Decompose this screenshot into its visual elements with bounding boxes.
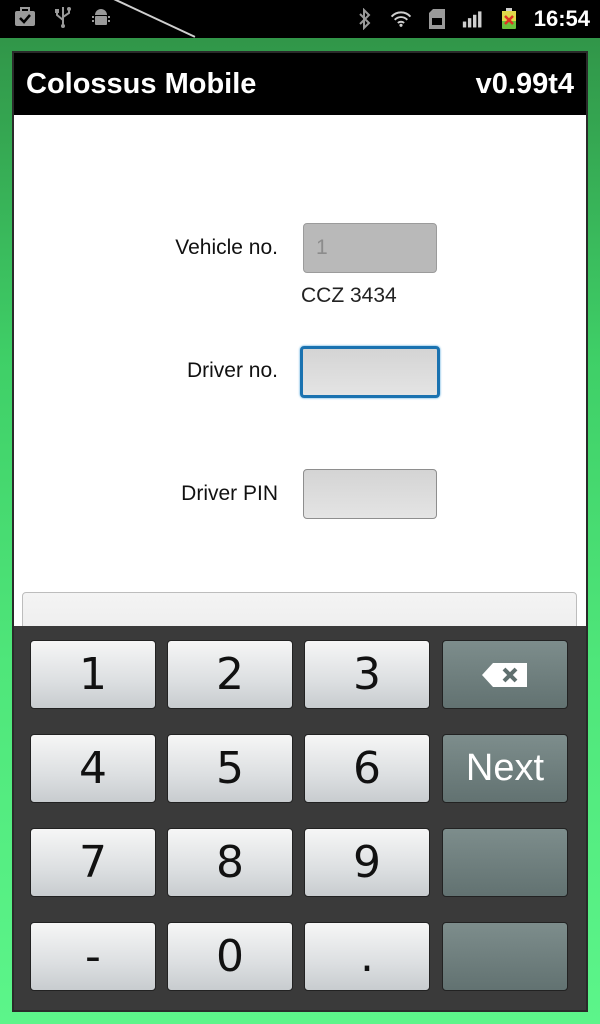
app-version: v0.99t4 bbox=[475, 67, 574, 100]
backspace-icon bbox=[481, 662, 529, 688]
android-debug-icon bbox=[90, 6, 112, 28]
bluetooth-icon bbox=[354, 8, 376, 30]
blank-key-1[interactable] bbox=[442, 828, 568, 897]
login-form: Vehicle no. 1 CCZ 3434 Driver no. Driver… bbox=[14, 115, 586, 680]
key-8[interactable]: 8 bbox=[167, 828, 293, 897]
title-bar: Colossus Mobile v0.99t4 bbox=[14, 53, 586, 115]
key-2[interactable]: 2 bbox=[167, 640, 293, 709]
driver-number-field[interactable] bbox=[300, 346, 440, 398]
vehicle-field: 1 bbox=[303, 223, 437, 273]
key-3[interactable]: 3 bbox=[304, 640, 430, 709]
usb-icon bbox=[52, 6, 74, 28]
key-1[interactable]: 1 bbox=[30, 640, 156, 709]
next-button[interactable]: Next bbox=[442, 734, 568, 803]
app-title: Colossus Mobile bbox=[26, 67, 257, 100]
key-5[interactable]: 5 bbox=[167, 734, 293, 803]
backspace-button[interactable] bbox=[442, 640, 568, 709]
status-bar: 16:54 bbox=[0, 0, 600, 38]
sd-card-icon bbox=[426, 8, 448, 30]
pin-label: Driver PIN bbox=[181, 482, 278, 505]
key-dot[interactable]: . bbox=[304, 922, 430, 991]
wifi-icon bbox=[390, 8, 412, 30]
driver-label: Driver no. bbox=[186, 359, 278, 382]
numeric-keypad: 1 2 3 4 5 6 Next 7 8 9 - 0 . bbox=[14, 626, 586, 1010]
vehicle-plate: CCZ 3434 bbox=[301, 284, 397, 307]
briefcase-check-icon bbox=[14, 6, 36, 28]
app-window: Colossus Mobile v0.99t4 Vehicle no. 1 CC… bbox=[14, 53, 586, 1010]
battery-icon bbox=[498, 8, 520, 30]
key-9[interactable]: 9 bbox=[304, 828, 430, 897]
vehicle-label: Vehicle no. bbox=[175, 236, 278, 259]
blank-key-2[interactable] bbox=[442, 922, 568, 991]
key-minus[interactable]: - bbox=[30, 922, 156, 991]
status-time: 16:54 bbox=[533, 6, 590, 31]
signal-icon bbox=[462, 8, 484, 30]
driver-pin-field[interactable] bbox=[303, 469, 437, 519]
key-4[interactable]: 4 bbox=[30, 734, 156, 803]
key-7[interactable]: 7 bbox=[30, 828, 156, 897]
key-0[interactable]: 0 bbox=[167, 922, 293, 991]
key-6[interactable]: 6 bbox=[304, 734, 430, 803]
